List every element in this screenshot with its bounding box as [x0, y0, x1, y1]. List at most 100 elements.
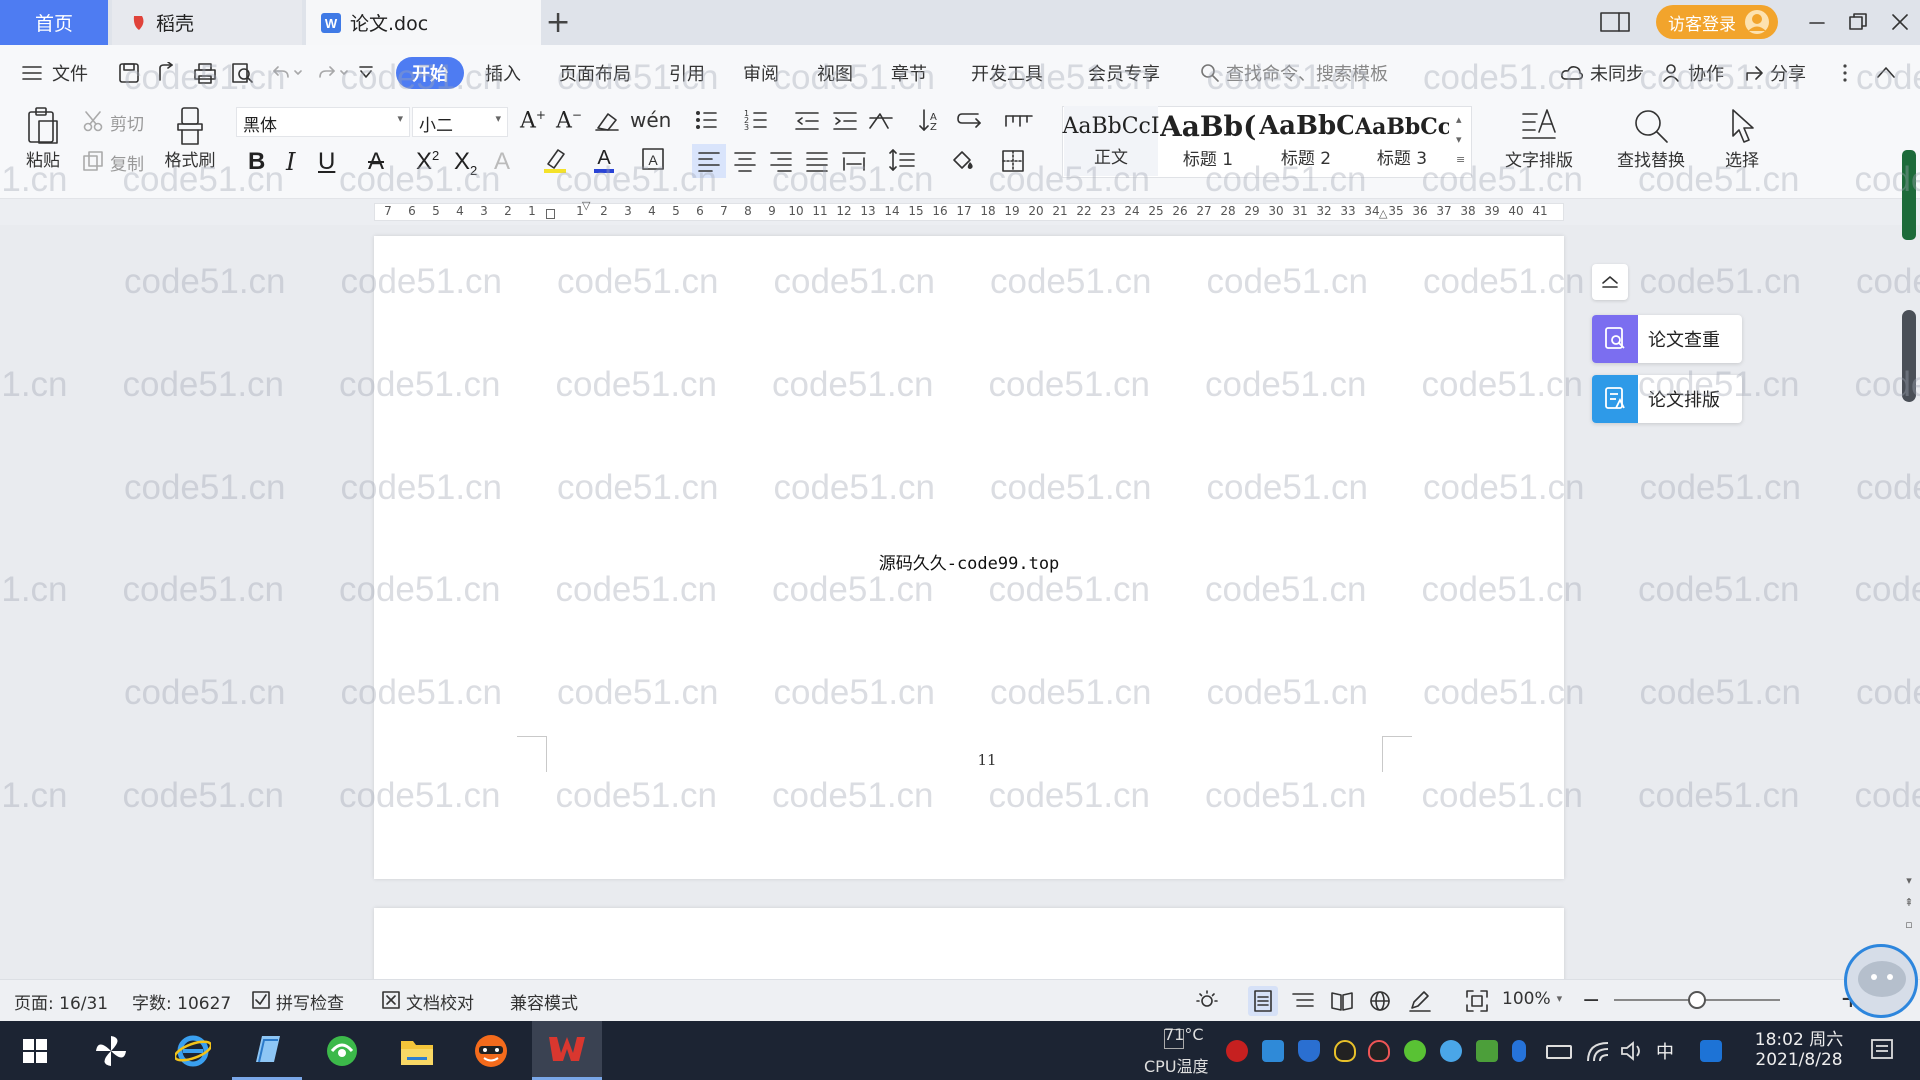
- more-options-icon[interactable]: [1842, 63, 1848, 83]
- align-left-icon[interactable]: [692, 144, 726, 178]
- game-app-icon[interactable]: [456, 1021, 526, 1080]
- tray-red-app-icon[interactable]: [1226, 1040, 1248, 1062]
- paper-layout-button[interactable]: 论文排版: [1592, 375, 1742, 423]
- cut-button[interactable]: 剪切: [82, 110, 144, 135]
- share-button[interactable]: 分享: [1744, 45, 1806, 101]
- vertical-scrollbar-thumb[interactable]: [1902, 310, 1916, 402]
- tab-page-layout[interactable]: 页面布局: [559, 45, 631, 101]
- grow-font-icon[interactable]: A+: [520, 108, 546, 133]
- highlight-icon[interactable]: [542, 146, 568, 174]
- first-line-indent-marker[interactable]: ▽: [582, 199, 590, 212]
- eye-protection-icon[interactable]: [1194, 990, 1220, 1012]
- file-explorer-icon[interactable]: [382, 1021, 452, 1080]
- tab-daoke[interactable]: 稻壳: [112, 0, 302, 45]
- sort-icon[interactable]: AZ: [918, 108, 944, 132]
- print-preview-icon[interactable]: [231, 62, 253, 84]
- tab-references[interactable]: 引用: [669, 45, 705, 101]
- file-menu[interactable]: 文件: [22, 45, 88, 101]
- pinyin-guide-icon[interactable]: wén: [630, 108, 671, 132]
- increase-indent-icon[interactable]: [832, 110, 858, 132]
- borders-icon[interactable]: [1002, 150, 1024, 172]
- save-icon[interactable]: [118, 62, 140, 84]
- tab-insert[interactable]: 插入: [485, 45, 521, 101]
- tray-plus-app-icon[interactable]: [1404, 1040, 1426, 1062]
- page-view-icon[interactable]: [1248, 986, 1278, 1016]
- assistant-avatar-icon[interactable]: [1844, 944, 1918, 1018]
- styles-scroll-icon[interactable]: ▴ ▾ ≡: [1456, 110, 1465, 170]
- collapse-panel-button[interactable]: [1592, 264, 1628, 300]
- distribute-icon[interactable]: [842, 150, 866, 172]
- font-color-icon[interactable]: A: [592, 146, 616, 174]
- format-painter-button[interactable]: 格式刷: [160, 106, 220, 178]
- tray-shield-icon[interactable]: [1298, 1040, 1320, 1062]
- underline-icon[interactable]: U: [318, 148, 335, 176]
- style-normal[interactable]: AaBbCcI 正文: [1062, 106, 1160, 176]
- write-mode-icon[interactable]: [1408, 990, 1432, 1012]
- tab-member[interactable]: 会员专享: [1088, 45, 1160, 101]
- ime-indicator[interactable]: 中: [1656, 1038, 1674, 1064]
- spell-check-button[interactable]: 拼写检查: [252, 989, 344, 1014]
- bullet-list-icon[interactable]: [694, 108, 724, 132]
- chinese-layout-icon[interactable]: [868, 110, 898, 132]
- customize-chevron-icon[interactable]: [358, 65, 374, 81]
- style-heading-1[interactable]: AaBb( 标题 1: [1160, 106, 1256, 176]
- fit-page-icon[interactable]: [1466, 990, 1488, 1012]
- zoom-slider-thumb[interactable]: [1688, 991, 1706, 1009]
- shading-icon[interactable]: [950, 148, 978, 172]
- page-nav-icon[interactable]: ▾ ⇞ ▫: [1902, 870, 1916, 936]
- tab-review[interactable]: 审阅: [743, 45, 779, 101]
- bold-icon[interactable]: B: [248, 148, 265, 176]
- tab-view[interactable]: 视图: [817, 45, 853, 101]
- window-layout-icon[interactable]: [1600, 12, 1630, 32]
- tray-blue-app-icon[interactable]: [1440, 1040, 1462, 1062]
- internet-explorer-icon[interactable]: [158, 1021, 228, 1080]
- guest-login-button[interactable]: 访客登录: [1656, 5, 1778, 39]
- tab-start[interactable]: 开始: [396, 57, 464, 89]
- tray-network-app-icon[interactable]: [1262, 1040, 1284, 1062]
- sync-status[interactable]: 未同步: [1560, 45, 1644, 101]
- right-indent-marker[interactable]: △: [1379, 207, 1387, 220]
- battery-icon[interactable]: [1546, 1045, 1572, 1059]
- clock[interactable]: 18:02 周六 2021/8/28: [1744, 1025, 1854, 1070]
- paper-check-button[interactable]: 论文查重: [1592, 315, 1742, 363]
- minimize-icon[interactable]: [1808, 14, 1826, 32]
- browser-360-icon[interactable]: [307, 1021, 377, 1080]
- tab-document[interactable]: W 论文.doc: [306, 0, 541, 45]
- zoom-select[interactable]: 100% ▾: [1502, 989, 1562, 1009]
- restore-icon[interactable]: [1848, 12, 1868, 32]
- char-border-icon[interactable]: A: [642, 148, 664, 170]
- new-tab-button[interactable]: +: [545, 0, 570, 45]
- notification-center-icon[interactable]: [1870, 1038, 1894, 1062]
- collaborate-button[interactable]: 协作: [1662, 45, 1724, 101]
- document-page[interactable]: 源码久久-code99.top 11: [374, 236, 1564, 879]
- align-center-icon[interactable]: [734, 150, 756, 172]
- volume-icon[interactable]: [1620, 1040, 1644, 1062]
- redo-icon[interactable]: [316, 63, 350, 83]
- web-view-icon[interactable]: [1368, 990, 1392, 1012]
- tab-stops-icon[interactable]: [1004, 112, 1034, 130]
- outline-view-icon[interactable]: [1292, 990, 1314, 1012]
- copy-button[interactable]: 复制: [82, 150, 144, 175]
- horizontal-ruler[interactable]: 7 6 5 4 3 2 1 1 2 3 4 5 6 7 8 9 10 11 12 13 14 15 16 17 18 19 20 21…: [0, 199, 1920, 225]
- find-replace-button[interactable]: 查找替换: [1606, 106, 1696, 178]
- font-size-select[interactable]: 小二 ▾: [412, 107, 508, 137]
- style-heading-2[interactable]: AaBbC 标题 2: [1258, 106, 1354, 176]
- word-count[interactable]: 字数: 10627: [132, 989, 231, 1014]
- tray-qq-second-icon[interactable]: [1368, 1040, 1390, 1062]
- text-layout-button[interactable]: 文字排版: [1494, 106, 1584, 178]
- left-indent-marker[interactable]: [546, 209, 555, 219]
- tab-developer[interactable]: 开发工具: [971, 45, 1043, 101]
- tray-q-app-icon[interactable]: [1700, 1040, 1722, 1062]
- italic-icon[interactable]: I: [286, 148, 295, 176]
- style-heading-3[interactable]: AaBbCcl 标题 3: [1354, 106, 1450, 176]
- collapse-ribbon-icon[interactable]: [1876, 65, 1896, 79]
- notepad-app-icon[interactable]: [232, 1021, 302, 1080]
- command-search[interactable]: 查找命令、搜索模板: [1200, 45, 1388, 101]
- numbered-list-icon[interactable]: 123: [744, 108, 774, 132]
- wps-writer-icon[interactable]: [532, 1021, 602, 1080]
- tray-qq-icon[interactable]: [1334, 1040, 1356, 1062]
- strikethrough-icon[interactable]: A: [368, 148, 384, 176]
- tab-home[interactable]: 首页: [0, 0, 108, 45]
- select-button[interactable]: 选择: [1712, 106, 1772, 178]
- text-effect-icon[interactable]: A: [494, 148, 510, 176]
